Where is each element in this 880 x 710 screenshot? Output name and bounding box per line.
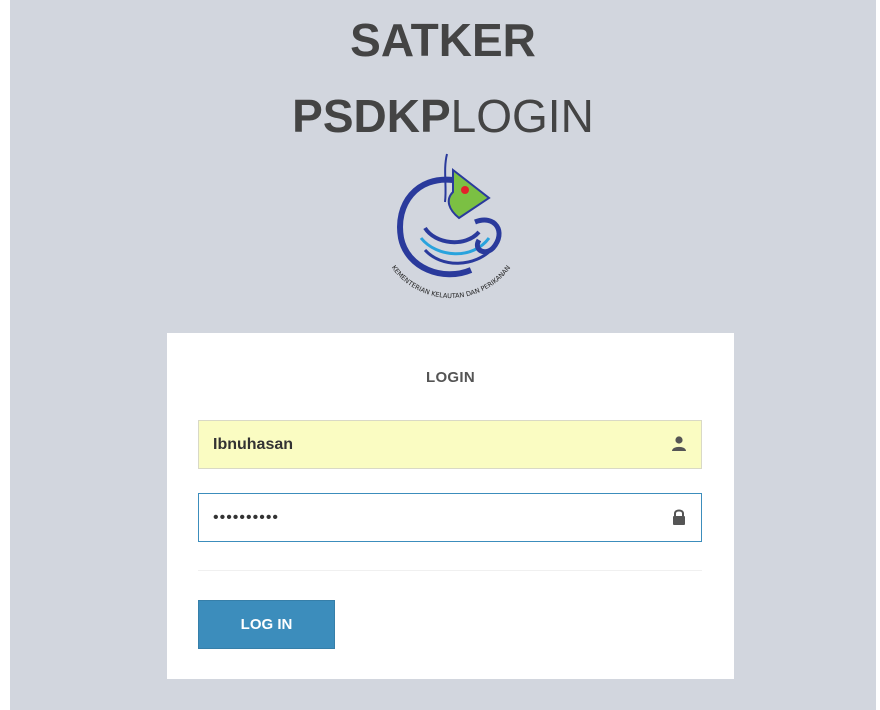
brand-title-line2: PSDKPLOGIN	[10, 88, 876, 144]
login-box-title: LOGIN	[426, 369, 475, 386]
lock-icon	[673, 509, 685, 525]
password-field-wrapper	[198, 493, 702, 542]
kkp-emblem-icon: KEMENTERIAN KELAUTAN DAN PERIKANAN	[390, 153, 512, 300]
logo-caption: KEMENTERIAN KELAUTAN DAN PERIKANAN	[390, 264, 512, 300]
brand-title-line1: SATKER	[350, 14, 536, 66]
form-divider	[198, 570, 702, 571]
login-box: LOGIN LOG IN	[167, 333, 734, 679]
login-button[interactable]: LOG IN	[198, 600, 335, 649]
brand-title-light: LOGIN	[450, 90, 594, 142]
brand-title-bold: PSDKP	[292, 90, 451, 142]
user-icon	[672, 436, 686, 451]
username-input[interactable]	[198, 420, 702, 469]
username-field-wrapper	[198, 420, 702, 469]
login-page: SATKER PSDKPLOGIN KEMENTERIAN KELAUTAN D…	[10, 0, 876, 710]
password-input[interactable]	[198, 493, 702, 542]
